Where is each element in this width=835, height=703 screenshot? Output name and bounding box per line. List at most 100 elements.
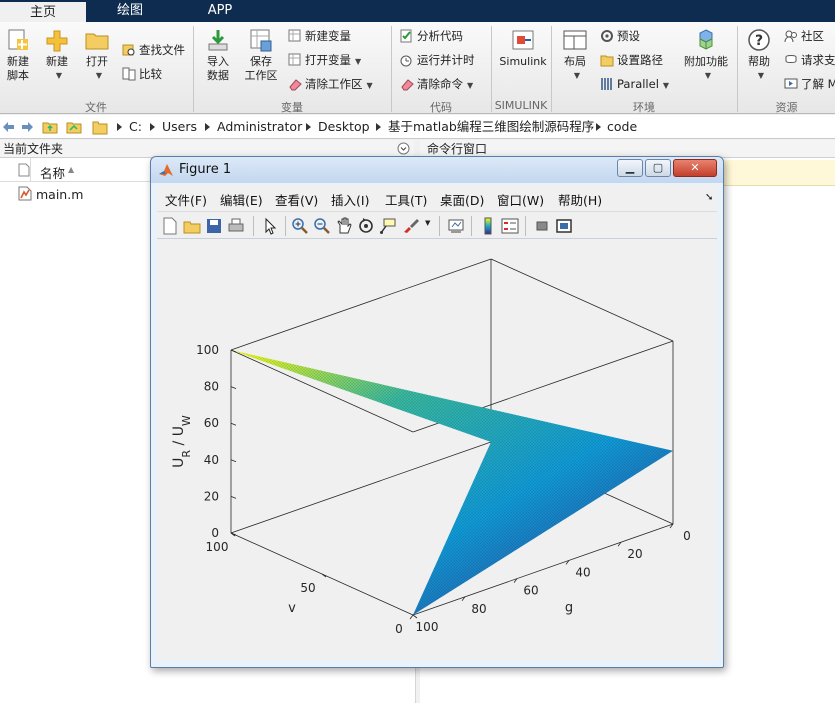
open-icon[interactable] <box>183 217 201 235</box>
toolbar-divider <box>471 216 472 236</box>
menu-window[interactable]: 窗口(W) <box>497 190 544 209</box>
path-segment-drive[interactable]: C: <box>129 115 142 139</box>
community-icon <box>784 30 797 43</box>
tab-plots[interactable]: 绘图 <box>86 0 174 22</box>
menu-edit[interactable]: 编辑(E) <box>220 190 263 209</box>
x-tick-mark <box>409 614 414 620</box>
addons-label: 附加功能 <box>684 55 728 68</box>
run-and-time-label: 运行并计时 <box>417 53 475 67</box>
pointer-icon[interactable] <box>261 217 279 235</box>
menu-view[interactable]: 查看(V) <box>275 190 318 209</box>
menu-tools[interactable]: 工具(T) <box>385 190 427 209</box>
community-label: 社区 <box>801 29 824 43</box>
simulink-label: Simulink <box>499 55 547 68</box>
undock-arrow-icon[interactable]: ➘ <box>705 192 713 203</box>
community-button[interactable]: 社区 <box>784 26 824 46</box>
help-button[interactable]: ? 帮助 ▼ <box>744 28 774 83</box>
tab-home[interactable]: 主页 <box>0 0 86 22</box>
path-segment-code[interactable]: code <box>607 115 637 139</box>
surface-plot[interactable]: 020406080100020406080100050100 UR / UW g… <box>157 240 717 660</box>
chevron-down-icon[interactable]: ▼ <box>425 219 430 227</box>
path-segment-users[interactable]: Users <box>162 115 197 139</box>
open-variable-icon <box>288 53 301 66</box>
new-button[interactable]: 新建 ▼ <box>42 28 72 83</box>
toolbar-divider <box>253 216 254 236</box>
maximize-button[interactable]: ▢ <box>645 159 671 177</box>
z-tick-label: 20 <box>204 489 219 503</box>
y-tick-mark <box>412 614 418 619</box>
show-plot-tools-icon[interactable] <box>555 217 573 235</box>
new-figure-icon[interactable] <box>161 217 179 235</box>
z-tick-label: 0 <box>211 526 219 540</box>
zoom-out-icon[interactable] <box>313 217 331 235</box>
rotate-3d-icon[interactable] <box>357 217 375 235</box>
simulink-button[interactable]: Simulink <box>497 28 549 69</box>
addons-button[interactable]: 附加功能 ▼ <box>682 28 730 83</box>
path-segment-project[interactable]: 基于matlab编程三维图绘制源码程序 <box>388 115 594 139</box>
layout-button[interactable]: 布局 ▼ <box>560 28 590 83</box>
back-arrow-icon[interactable] <box>2 120 16 134</box>
environment-section-label: 环境 <box>633 101 655 114</box>
clear-workspace-button[interactable]: 清除工作区 ▼ <box>288 74 373 94</box>
request-support-button[interactable]: 请求支 <box>784 50 835 70</box>
save-workspace-label: 保存 工作区 <box>244 55 278 82</box>
save-workspace-icon <box>250 29 272 52</box>
panel-menu-icon[interactable] <box>397 142 410 155</box>
hide-plot-tools-icon[interactable] <box>533 217 551 235</box>
open-button[interactable]: 打开 ▼ <box>82 28 112 83</box>
figure-canvas: 0 20 40 60 80 100 0 20 40 60 80 100 0 50 100 UR / UW g… <box>157 240 717 660</box>
data-cursor-icon[interactable] <box>379 217 397 235</box>
pan-icon[interactable] <box>335 217 353 235</box>
menu-file[interactable]: 文件(F) <box>165 190 207 209</box>
legend-icon[interactable] <box>501 217 519 235</box>
z-tick-label: 40 <box>204 453 219 467</box>
new-variable-button[interactable]: 新建变量 <box>288 26 351 46</box>
sort-ascending-icon[interactable]: ▲ <box>68 165 74 174</box>
path-segment-desktop[interactable]: Desktop <box>318 115 370 139</box>
forward-arrow-icon[interactable] <box>20 120 34 134</box>
parallel-button[interactable]: Parallel ▼ <box>600 74 669 94</box>
name-column-header[interactable]: 名称 <box>40 163 65 182</box>
run-and-time-button[interactable]: 运行并计时 <box>400 50 475 70</box>
ribbon-tab-bar: 主页 绘图 APP <box>0 0 835 22</box>
import-data-button[interactable]: 导入 数据 <box>202 28 234 83</box>
clear-commands-button[interactable]: 清除命令 ▼ <box>400 74 473 94</box>
save-workspace-button[interactable]: 保存 工作区 <box>244 28 278 83</box>
menu-insert[interactable]: 插入(I) <box>331 190 369 209</box>
preferences-label: 预设 <box>617 29 640 43</box>
save-icon[interactable] <box>205 217 223 235</box>
find-files-button[interactable]: 查找文件 <box>122 40 185 60</box>
colorbar-icon[interactable] <box>479 217 497 235</box>
set-path-button[interactable]: 设置路径 <box>600 50 663 70</box>
parallel-icon <box>601 78 612 90</box>
compare-label: 比较 <box>139 67 162 81</box>
axis-edge <box>230 258 492 351</box>
tab-apps[interactable]: APP <box>176 0 264 22</box>
file-section-label: 文件 <box>85 101 107 114</box>
find-files-label: 查找文件 <box>139 43 185 57</box>
link-plot-icon[interactable] <box>447 217 465 235</box>
open-variable-button[interactable]: 打开变量 ▼ <box>288 50 361 70</box>
brush-icon[interactable] <box>403 217 421 235</box>
path-segment-administrator[interactable]: Administrator <box>217 115 302 139</box>
minimize-icon: ▁ <box>625 161 635 174</box>
up-folder-icon[interactable] <box>42 120 58 134</box>
figure-titlebar[interactable]: Figure 1 ▁ ▢ ✕ <box>151 157 723 183</box>
menu-desktop[interactable]: 桌面(D) <box>440 190 484 209</box>
compare-button[interactable]: 比较 <box>122 64 162 84</box>
figure-menubar: 文件(F) 编辑(E) 查看(V) 插入(I) 工具(T) 桌面(D) 窗口(W… <box>157 185 717 211</box>
new-script-button[interactable]: 新建 脚本 <box>2 28 34 83</box>
zoom-in-icon[interactable] <box>291 217 309 235</box>
minimize-button[interactable]: ▁ <box>617 159 643 177</box>
clear-workspace-label: 清除工作区 <box>305 77 363 91</box>
analyze-code-button[interactable]: 分析代码 <box>400 26 463 46</box>
analyze-code-icon <box>400 29 412 43</box>
menu-help[interactable]: 帮助(H) <box>558 190 602 209</box>
browse-folder-icon[interactable] <box>66 120 82 134</box>
print-icon[interactable] <box>227 217 245 235</box>
preferences-button[interactable]: 预设 <box>600 26 640 46</box>
close-button[interactable]: ✕ <box>673 159 717 177</box>
gear-icon <box>601 30 613 42</box>
compare-icon <box>122 67 136 81</box>
learn-button[interactable]: 了解 M <box>784 74 835 94</box>
